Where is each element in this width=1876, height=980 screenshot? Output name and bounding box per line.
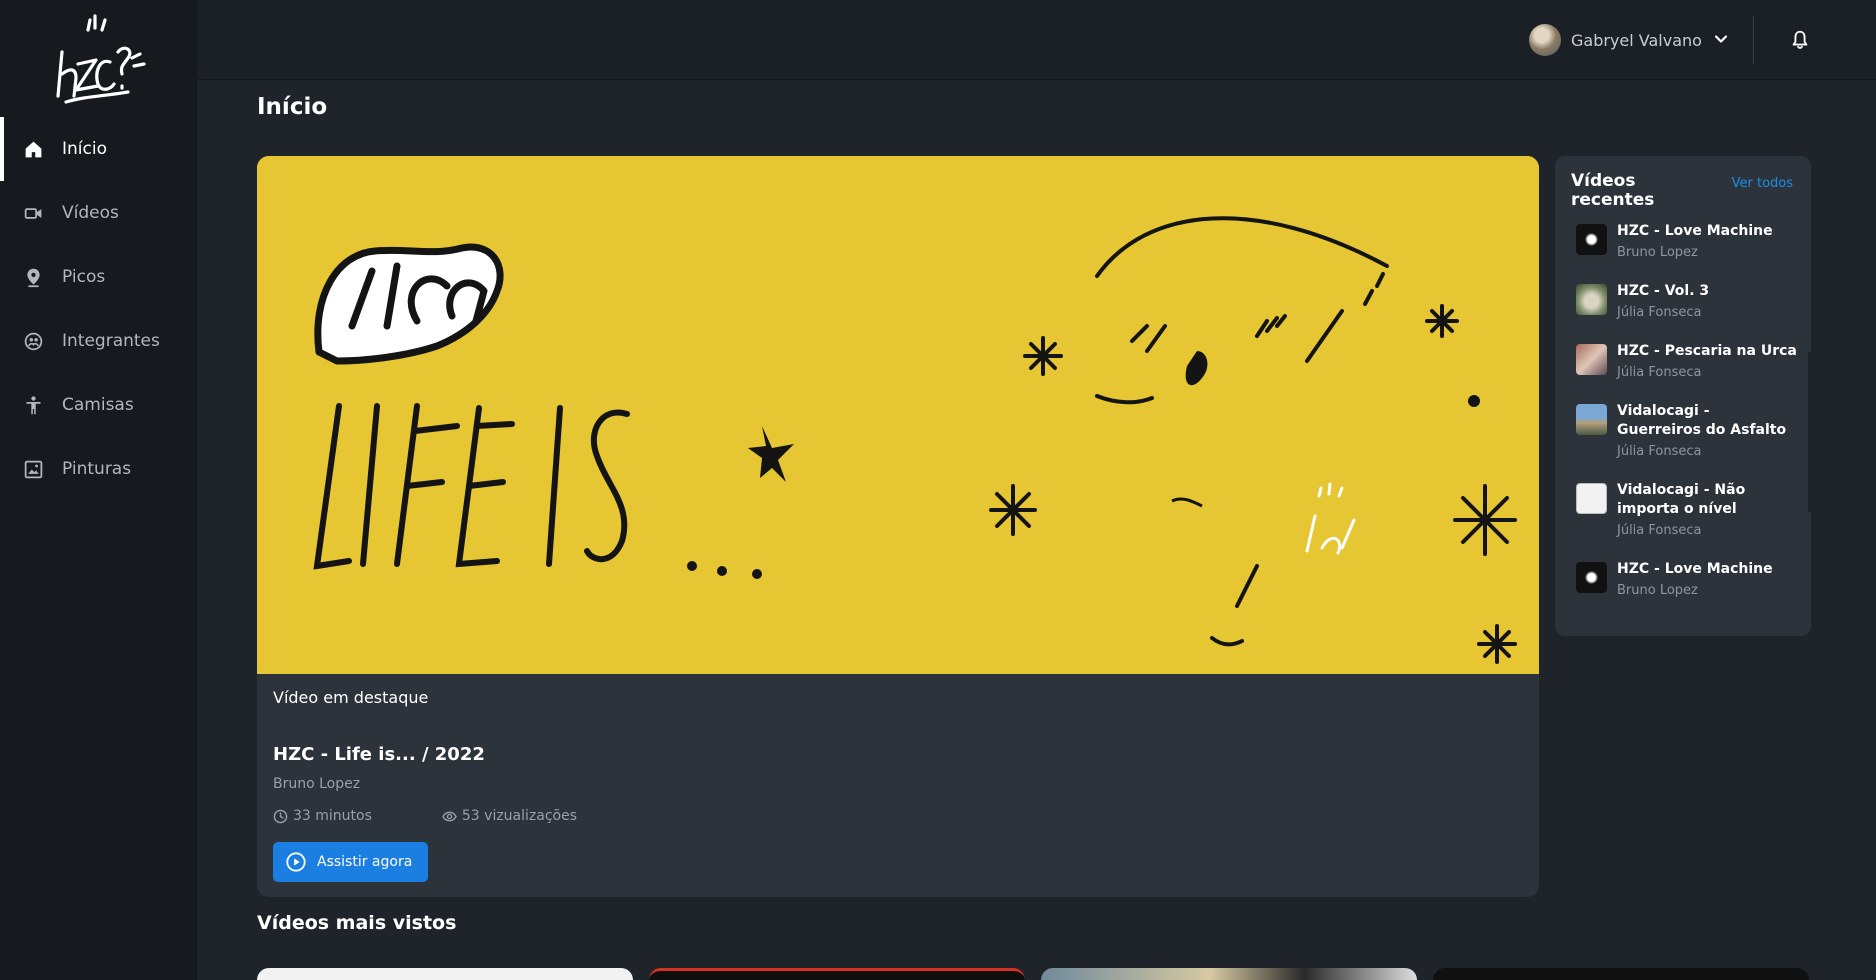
sidebar-item-camisas[interactable]: Camisas <box>0 373 197 437</box>
list-item[interactable]: Vidalocagi - Não importa o nível Júlia F… <box>1555 481 1811 538</box>
video-name: HZC - Vol. 3 <box>1617 283 1710 299</box>
video-name: Vidalocagi - Não importa o nível <box>1617 482 1746 517</box>
eye-icon <box>442 811 457 821</box>
video-thumbnail <box>1576 284 1607 315</box>
sidebar-nav: Início Vídeos Picos Integrantes Camisas <box>0 117 197 501</box>
user-menu[interactable]: Gabryel Valvano <box>1529 23 1728 57</box>
recent-videos-panel: Vídeos recentes Ver todos HZC - Love Mac… <box>1555 156 1811 636</box>
featured-meta: 33 minutos 53 vizualizações <box>273 808 647 824</box>
map-pin-icon <box>22 266 44 288</box>
video-card[interactable] <box>257 968 633 980</box>
bell-icon[interactable] <box>1787 27 1813 53</box>
top-bar: Gabryel Valvano <box>197 0 1876 80</box>
video-thumbnail <box>1576 344 1607 375</box>
users-icon <box>22 330 44 352</box>
sidebar-item-label: Picos <box>62 267 106 287</box>
sidebar-item-label: Integrantes <box>62 331 160 351</box>
video-author: Júlia Fonseca <box>1617 523 1702 538</box>
recent-videos-list: HZC - Love Machine Bruno Lopez HZC - Vol… <box>1555 222 1811 620</box>
duration-text: 33 minutos <box>293 808 372 824</box>
sidebar: Início Vídeos Picos Integrantes Camisas <box>0 0 197 980</box>
watch-now-button[interactable]: Assistir agora <box>273 842 429 882</box>
home-icon <box>22 138 44 160</box>
sidebar-item-picos[interactable]: Picos <box>0 245 197 309</box>
play-circle-icon <box>286 852 306 872</box>
video-card[interactable] <box>1041 968 1417 980</box>
list-item[interactable]: Vidalocagi - Guerreiros do Asfalto Júlia… <box>1555 402 1811 459</box>
views: 53 vizualizações <box>442 808 577 824</box>
avatar <box>1529 24 1561 56</box>
recent-scrollbar[interactable] <box>1808 352 1811 512</box>
topbar-divider <box>1753 16 1754 64</box>
hzc-logo[interactable] <box>48 12 148 108</box>
sidebar-item-pinturas[interactable]: Pinturas <box>0 437 197 501</box>
recent-videos-title: Vídeos recentes <box>1571 171 1655 210</box>
featured-title: HZC - Life is... / 2022 <box>273 744 485 765</box>
video-author: Júlia Fonseca <box>1617 365 1702 380</box>
duration: 33 minutos <box>273 808 372 824</box>
list-item[interactable]: HZC - Vol. 3 Júlia Fonseca <box>1555 282 1811 320</box>
video-thumbnail <box>1576 404 1607 435</box>
sidebar-item-label: Camisas <box>62 395 134 415</box>
video-author: Bruno Lopez <box>1617 245 1698 260</box>
clock-icon <box>273 809 288 823</box>
video-author: Júlia Fonseca <box>1617 305 1702 320</box>
list-item[interactable]: HZC - Love Machine Bruno Lopez <box>1555 560 1811 598</box>
featured-label: Vídeo em destaque <box>273 688 429 707</box>
list-item[interactable]: HZC - Love Machine Bruno Lopez <box>1555 222 1811 260</box>
video-author: Bruno Lopez <box>1617 583 1698 598</box>
video-card[interactable] <box>1433 968 1809 980</box>
video-author: Júlia Fonseca <box>1617 444 1702 459</box>
user-name: Gabryel Valvano <box>1571 30 1702 50</box>
most-viewed-row <box>257 968 1811 980</box>
video-name: Vidalocagi - Guerreiros do Asfalto <box>1617 403 1787 438</box>
page-title: Início <box>257 94 328 120</box>
sidebar-item-inicio[interactable]: Início <box>0 117 197 181</box>
chevron-down-icon <box>1714 31 1728 50</box>
video-thumbnail <box>1576 562 1607 593</box>
sidebar-item-label: Pinturas <box>62 459 132 479</box>
sidebar-item-integrantes[interactable]: Integrantes <box>0 309 197 373</box>
video-thumbnail <box>1576 483 1607 514</box>
views-text: 53 vizualizações <box>461 808 578 824</box>
video-name: HZC - Pescaria na Urca <box>1617 343 1797 359</box>
video-card[interactable] <box>649 968 1025 980</box>
sidebar-item-videos[interactable]: Vídeos <box>0 181 197 245</box>
featured-video-card: Vídeo em destaque HZC - Life is... / 202… <box>257 156 1539 897</box>
video-name: HZC - Love Machine <box>1617 561 1773 577</box>
painting-icon <box>22 458 44 480</box>
see-all-link[interactable]: Ver todos <box>1732 176 1793 191</box>
list-item[interactable]: HZC - Pescaria na Urca Júlia Fonseca <box>1555 342 1811 380</box>
most-viewed-title: Vídeos mais vistos <box>257 912 457 934</box>
watch-now-label: Assistir agora <box>317 854 413 870</box>
video-camera-icon <box>22 202 44 224</box>
sidebar-item-label: Início <box>62 139 107 159</box>
sidebar-item-label: Vídeos <box>62 203 119 223</box>
person-icon <box>22 394 44 416</box>
video-thumbnail <box>1576 224 1607 255</box>
video-name: HZC - Love Machine <box>1617 223 1773 239</box>
featured-author: Bruno Lopez <box>273 776 361 792</box>
featured-video-thumbnail[interactable] <box>257 156 1539 674</box>
